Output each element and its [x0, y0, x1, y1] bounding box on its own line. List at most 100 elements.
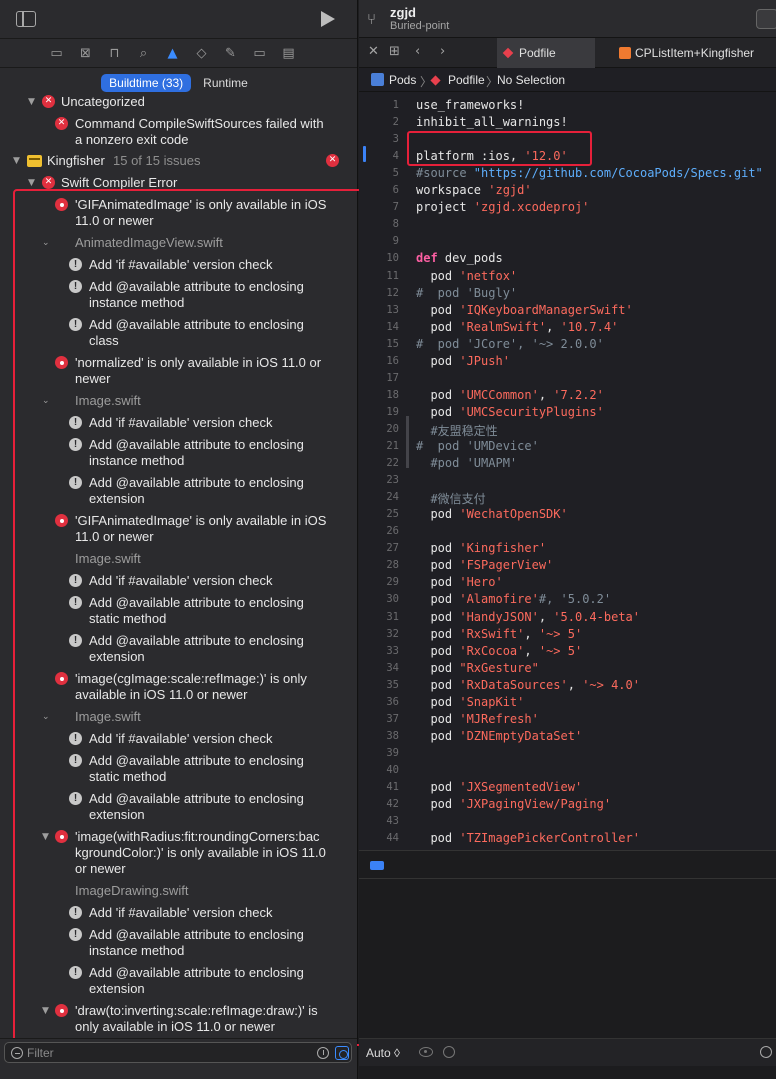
- code-line[interactable]: #pod 'UMAPM': [416, 456, 517, 470]
- issue-icon[interactable]: ▲: [164, 45, 181, 62]
- code-line[interactable]: #友盟稳定性: [416, 422, 497, 439]
- breadcrumb-selection[interactable]: No Selection: [497, 73, 565, 87]
- code-line[interactable]: pod 'WechatOpenSDK': [416, 507, 567, 521]
- file-row[interactable]: ⌄ Image.swift: [0, 709, 357, 725]
- find-icon[interactable]: ⌕: [135, 45, 152, 62]
- code-line[interactable]: pod 'RxDataSources', '~> 4.0': [416, 678, 640, 692]
- fixit-row[interactable]: ! Add @available attribute to enclosing ex…: [0, 475, 357, 507]
- chevron-down-icon[interactable]: ⌄: [42, 712, 52, 722]
- fixit-row[interactable]: ! Add @available attribute to enclosing st…: [0, 595, 357, 627]
- breakpoint-icon[interactable]: ▭: [251, 45, 268, 62]
- code-line[interactable]: pod 'Kingfisher': [416, 541, 546, 555]
- branch-name[interactable]: Buried-point: [390, 20, 449, 32]
- group-swift-compiler-error[interactable]: ▼ ✕ Swift Compiler Error: [0, 175, 357, 193]
- fixit-row[interactable]: ! Add @available attribute to enclosing ex…: [0, 791, 357, 823]
- info-icon[interactable]: [443, 1046, 455, 1058]
- code-line[interactable]: #微信支付: [416, 490, 485, 507]
- fixit-row[interactable]: ! Add @available attribute to enclosing ex…: [0, 965, 357, 997]
- code-line[interactable]: pod 'DZNEmptyDataSet': [416, 729, 582, 743]
- debug-icon[interactable]: ✎: [222, 45, 239, 62]
- file-row[interactable]: Image.swift: [0, 551, 357, 567]
- code-line[interactable]: # pod 'UMDevice': [416, 439, 539, 453]
- library-button[interactable]: [756, 9, 776, 29]
- symbol-icon[interactable]: ⊓: [106, 45, 123, 62]
- breadcrumb-pods[interactable]: Pods: [389, 73, 416, 87]
- code-line[interactable]: pod 'netfox': [416, 269, 517, 283]
- code-line[interactable]: def dev_pods: [416, 251, 503, 265]
- code-line[interactable]: project 'zgjd.xcodeproj': [416, 200, 589, 214]
- code-line[interactable]: pod 'JXSegmentedView': [416, 780, 582, 794]
- code-line[interactable]: pod 'RealmSwift', '10.7.4': [416, 320, 618, 334]
- code-line[interactable]: pod 'FSPagerView': [416, 558, 553, 572]
- folder-icon[interactable]: ▭: [48, 45, 65, 62]
- fixit-row[interactable]: ! Add 'if #available' version check: [0, 573, 357, 589]
- variables-scope-selector[interactable]: Auto ◊: [366, 1046, 400, 1060]
- code-line[interactable]: pod 'TZImagePickerController': [416, 831, 640, 845]
- eye-icon[interactable]: [419, 1047, 433, 1057]
- debug-toggle-icon[interactable]: [370, 861, 384, 870]
- code-line[interactable]: pod 'UMCCommon', '7.2.2': [416, 388, 603, 402]
- code-line[interactable]: use_frameworks!: [416, 98, 524, 112]
- code-line[interactable]: pod 'SnapKit': [416, 695, 524, 709]
- code-line[interactable]: #source "https://github.com/CocoaPods/Sp…: [416, 166, 763, 180]
- fixit-row[interactable]: ! Add @available attribute to enclosing st…: [0, 753, 357, 785]
- close-icon[interactable]: ✕: [368, 44, 379, 59]
- errors-only-filter-icon[interactable]: [335, 1046, 349, 1060]
- fixit-row[interactable]: ! Add @available attribute to enclosing ex…: [0, 633, 357, 665]
- tab-podfile[interactable]: Podfile: [497, 38, 595, 68]
- code-line[interactable]: pod 'IQKeyboardManagerSwift': [416, 303, 632, 317]
- project-name[interactable]: zgjd: [390, 5, 416, 20]
- issue-row[interactable]: 'normalized' is only available in iOS 11…: [0, 355, 357, 387]
- fixit-row[interactable]: ! Add 'if #available' version check: [0, 257, 357, 273]
- code-line[interactable]: pod 'Hero': [416, 575, 502, 589]
- fixit-row[interactable]: ! Add @available attribute to enclosing cl…: [0, 317, 357, 349]
- fixit-row[interactable]: ! Add 'if #available' version check: [0, 905, 357, 921]
- chevron-down-icon[interactable]: ▼: [42, 832, 52, 842]
- issue-row[interactable]: ✕ Command CompileSwiftSources failed wit…: [0, 116, 357, 150]
- chevron-left-icon[interactable]: ‹: [415, 44, 420, 59]
- code-line[interactable]: pod 'UMCSecurityPlugins': [416, 405, 603, 419]
- chevron-down-icon[interactable]: ▼: [42, 1006, 52, 1016]
- code-line[interactable]: workspace 'zgjd': [416, 183, 532, 197]
- file-row[interactable]: ImageDrawing.swift: [0, 883, 357, 899]
- recent-filter-icon[interactable]: [317, 1047, 329, 1059]
- chevron-right-icon[interactable]: ›: [440, 44, 445, 59]
- code-line[interactable]: inhibit_all_warnings!: [416, 115, 568, 129]
- filter-field[interactable]: Filter: [4, 1042, 352, 1063]
- code-line[interactable]: platform :ios, '12.0': [416, 149, 568, 163]
- sidebar-toggle-icon[interactable]: [16, 11, 36, 27]
- chevron-down-icon[interactable]: ⌄: [42, 396, 52, 406]
- fixit-row[interactable]: ! Add @available attribute to enclosing in…: [0, 437, 357, 469]
- code-line[interactable]: pod 'Alamofire'#, '5.0.2': [416, 592, 611, 606]
- report-icon[interactable]: ▤: [280, 45, 297, 62]
- chevron-down-icon[interactable]: ▼: [28, 178, 38, 188]
- tab-cplistitem-kingfisher[interactable]: CPListItem+Kingfisher: [613, 38, 776, 68]
- code-line[interactable]: pod 'RxCocoa', '~> 5': [416, 644, 582, 658]
- code-line[interactable]: pod 'MJRefresh': [416, 712, 538, 726]
- group-kingfisher[interactable]: ▼ Kingfisher 15 of 15 issues ✕: [0, 153, 357, 171]
- issue-row[interactable]: ▼ 'image(withRadius:fit:roundingCorners:b…: [0, 829, 357, 877]
- chevron-down-icon[interactable]: ▼: [13, 156, 23, 166]
- issue-row[interactable]: ▼ 'draw(to:inverting:scale:refImage:draw:…: [0, 1003, 357, 1033]
- breadcrumb-podfile[interactable]: Podfile: [448, 73, 485, 87]
- runtime-tab[interactable]: Runtime: [195, 74, 256, 92]
- code-line[interactable]: pod 'RxSwift', '~> 5': [416, 627, 582, 641]
- fixit-row[interactable]: ! Add @available attribute to enclosing in…: [0, 279, 357, 311]
- code-line[interactable]: # pod 'JCore', '~> 2.0.0': [416, 337, 604, 351]
- code-line[interactable]: pod "RxGesture": [416, 661, 538, 675]
- related-items-icon[interactable]: ⊞: [389, 44, 400, 59]
- code-line[interactable]: # pod 'Bugly': [416, 286, 517, 300]
- code-line[interactable]: pod 'JPush': [416, 354, 510, 368]
- source-editor[interactable]: 1 use_frameworks! 2 inhibit_all_warnings! 3 4…: [359, 94, 776, 850]
- code-line[interactable]: pod 'HandyJSON', '5.0.4-beta': [416, 610, 640, 624]
- issue-row[interactable]: 'GIFAnimatedImage' is only available in …: [0, 197, 357, 229]
- source-control-icon[interactable]: ⊠: [77, 45, 94, 62]
- chevron-down-icon[interactable]: ⌄: [42, 238, 52, 248]
- file-row[interactable]: ⌄ Image.swift: [0, 393, 357, 409]
- run-icon[interactable]: [321, 11, 335, 27]
- chevron-down-icon[interactable]: ▼: [28, 97, 38, 107]
- issue-row[interactable]: 'GIFAnimatedImage' is only available in …: [0, 513, 357, 545]
- fixit-row[interactable]: ! Add @available attribute to enclosing in…: [0, 927, 357, 959]
- test-icon[interactable]: ◇: [193, 45, 210, 62]
- group-uncategorized[interactable]: ▼ ✕ Uncategorized: [0, 94, 357, 112]
